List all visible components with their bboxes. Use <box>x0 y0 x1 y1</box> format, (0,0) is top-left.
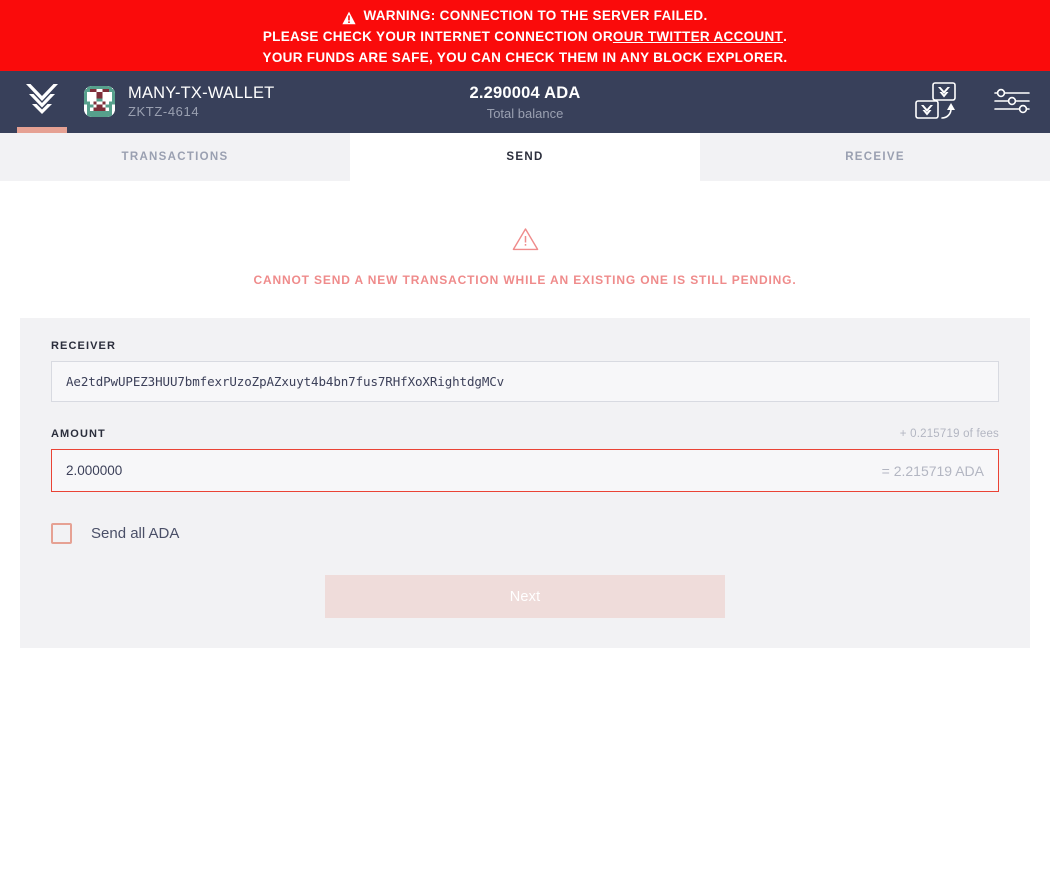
receiver-label: RECEIVER <box>51 340 117 352</box>
amount-field-group: AMOUNT + 0.215719 of fees = 2.215719 ADA <box>51 428 999 492</box>
send-all-checkbox[interactable] <box>51 523 72 544</box>
wallet-id: ZKTZ-4614 <box>128 104 200 120</box>
banner-text-2-suffix: . <box>783 29 788 44</box>
banner-text-2-prefix: PLEASE CHECK YOUR INTERNET CONNECTION OR <box>262 29 613 44</box>
server-connection-warning-banner: WARNING: CONNECTION TO THE SERVER FAILED… <box>0 0 1050 71</box>
banner-line-1: WARNING: CONNECTION TO THE SERVER FAILED… <box>342 5 707 26</box>
wallet-nav-tabs: TRANSACTIONS SEND RECEIVE <box>0 133 1050 181</box>
banner-text-1: WARNING: CONNECTION TO THE SERVER FAILED… <box>363 8 708 23</box>
receiver-input-wrap[interactable] <box>51 361 999 402</box>
wallet-summary[interactable]: MANY-TX-WALLET ZKTZ-4614 <box>84 84 274 120</box>
banner-line-3: YOUR FUNDS ARE SAFE, YOU CAN CHECK THEM … <box>262 50 788 65</box>
amount-label: AMOUNT <box>51 428 106 440</box>
send-form-panel: RECEIVER AMOUNT + 0.215719 of fees = 2.2… <box>20 318 1030 648</box>
switch-wallet-button[interactable] <box>898 71 974 133</box>
tab-receive[interactable]: RECEIVE <box>700 133 1050 181</box>
header-actions <box>898 71 1050 133</box>
settings-sliders-icon <box>993 87 1031 118</box>
app-header: MANY-TX-WALLET ZKTZ-4614 2.290004 ADA To… <box>0 71 1050 133</box>
settings-button[interactable] <box>974 71 1050 133</box>
send-all-row: Send all ADA <box>51 523 999 544</box>
receiver-input[interactable] <box>52 362 998 401</box>
tab-send[interactable]: SEND <box>350 133 700 181</box>
pending-transaction-warning: CANNOT SEND A NEW TRANSACTION WHILE AN E… <box>0 227 1050 287</box>
warning-triangle-outline-icon <box>512 227 539 251</box>
amount-fees-hint: + 0.215719 of fees <box>899 428 999 440</box>
banner-line-2: PLEASE CHECK YOUR INTERNET CONNECTION OR… <box>263 26 787 47</box>
amount-input[interactable] <box>52 450 998 491</box>
amount-input-wrap[interactable]: = 2.215719 ADA <box>51 449 999 492</box>
wallet-identicon <box>84 86 115 118</box>
next-button[interactable]: Next <box>325 575 725 618</box>
app-logo-button[interactable] <box>0 71 84 133</box>
receiver-label-row: RECEIVER <box>51 340 999 361</box>
receiver-field-group: RECEIVER <box>51 340 999 402</box>
send-page-content: CANNOT SEND A NEW TRANSACTION WHILE AN E… <box>0 181 1050 648</box>
twitter-account-link[interactable]: OUR TWITTER ACCOUNT <box>613 26 783 47</box>
warning-triangle-icon <box>342 10 357 24</box>
amount-label-row: AMOUNT + 0.215719 of fees <box>51 428 999 449</box>
daedalus-chevron-logo-icon <box>25 82 59 123</box>
send-all-label: Send all ADA <box>91 525 180 542</box>
next-button-row: Next <box>51 575 999 618</box>
tab-transactions[interactable]: TRANSACTIONS <box>0 133 350 181</box>
wallet-name: MANY-TX-WALLET <box>128 83 275 102</box>
switch-wallet-icon <box>913 80 959 125</box>
pending-warning-text: CANNOT SEND A NEW TRANSACTION WHILE AN E… <box>253 273 797 287</box>
active-wallet-indicator <box>17 127 67 133</box>
